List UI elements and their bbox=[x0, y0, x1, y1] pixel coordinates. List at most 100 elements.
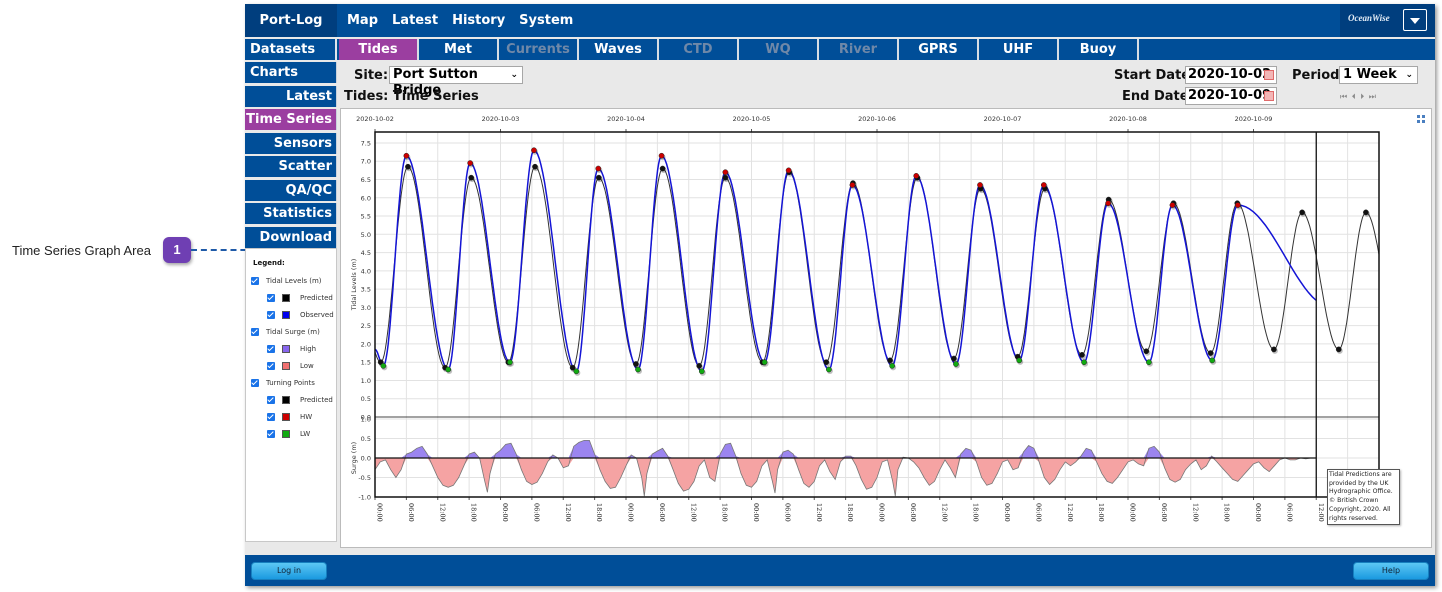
sidebar-item-scatter[interactable]: Scatter bbox=[245, 156, 337, 177]
calendar-icon[interactable] bbox=[1264, 70, 1274, 80]
y-tick-label: 5.0 bbox=[361, 231, 371, 239]
y-tick-label: 7.5 bbox=[361, 139, 371, 147]
legend-item-checkbox[interactable] bbox=[267, 345, 275, 353]
y-tick-label: 0.5 bbox=[361, 395, 371, 403]
y-tick-label: 2.5 bbox=[361, 322, 371, 330]
x-hour-label: 06:00 bbox=[1160, 503, 1168, 522]
sidebar-item-time-series[interactable]: Time Series bbox=[245, 109, 337, 130]
legend-item-checkbox[interactable] bbox=[267, 430, 275, 438]
tab-tides[interactable]: Tides bbox=[339, 39, 419, 60]
x-day-label: 2020-10-05 bbox=[733, 115, 771, 123]
end-date-label: End Date: bbox=[1122, 89, 1194, 104]
legend-item-label: LW bbox=[300, 430, 311, 438]
legend-item-checkbox[interactable] bbox=[267, 362, 275, 370]
observed-hw-point bbox=[1169, 202, 1176, 208]
sidebar-item-sensors[interactable]: Sensors bbox=[245, 132, 337, 154]
end-date-value: 2020-10-09 bbox=[1188, 88, 1272, 103]
datasets-header[interactable]: Datasets bbox=[245, 39, 337, 60]
dataset-tabs: Tides Met Currents Waves CTD WQ River GP… bbox=[339, 39, 1139, 60]
tab-met[interactable]: Met bbox=[419, 39, 499, 60]
nav-history[interactable]: History bbox=[452, 4, 505, 37]
legend-group-checkbox[interactable] bbox=[251, 379, 259, 387]
x-hour-label: 06:00 bbox=[407, 503, 415, 522]
x-hour-label: 12:00 bbox=[940, 503, 948, 522]
observed-hw-point bbox=[849, 182, 856, 188]
predicted-turning-point bbox=[633, 361, 639, 367]
tab-gprs[interactable]: GPRS bbox=[899, 39, 979, 60]
legend-swatch bbox=[282, 396, 290, 404]
time-series-graph-area: 0.0 0.5 1.0 1.5 2.0 2.5 3.0 3.5 4.0 4.5 5.0 5.5 6.0 6… bbox=[340, 108, 1432, 548]
end-date-input[interactable]: 2020-10-09 bbox=[1185, 87, 1277, 105]
sidebar-charts-header[interactable]: Charts bbox=[245, 62, 337, 83]
observed-hw-point bbox=[913, 172, 920, 179]
x-hour-label: 12:00 bbox=[1317, 503, 1325, 522]
x-hour-label: 00:00 bbox=[1254, 503, 1262, 522]
x-hour-label: 12:00 bbox=[689, 503, 697, 522]
chevron-down-icon: ⌄ bbox=[510, 70, 518, 80]
surge-y-tick-label: 0.5 bbox=[361, 435, 371, 443]
nav-latest[interactable]: Latest bbox=[392, 4, 438, 37]
tab-buoy[interactable]: Buoy bbox=[1059, 39, 1139, 60]
x-hour-label: 00:00 bbox=[1129, 503, 1137, 522]
legend-group-label: Tidal Levels (m) bbox=[266, 277, 322, 285]
x-hour-label: 06:00 bbox=[1285, 503, 1293, 522]
legend-group-label: Turning Points bbox=[266, 379, 315, 387]
surge-axis-label: Surge (m) bbox=[350, 442, 358, 474]
observed-lw-point bbox=[507, 359, 513, 366]
period-label: Period: bbox=[1292, 68, 1345, 83]
observed-hw-point bbox=[785, 167, 792, 174]
legend-item-label: High bbox=[300, 345, 317, 353]
legend-item-checkbox[interactable] bbox=[267, 413, 275, 421]
period-navigation-icons[interactable]: ⏮ ⏴ ⏵ ⏭ bbox=[1340, 92, 1377, 102]
y-tick-label: 1.0 bbox=[361, 377, 371, 385]
surge-y-tick-label: 0.0 bbox=[361, 455, 371, 463]
legend-group-checkbox[interactable] bbox=[251, 277, 259, 285]
surge-y-tick-label: -0.5 bbox=[358, 474, 371, 482]
brand-link[interactable]: Port-Log bbox=[245, 4, 337, 37]
time-series-chart: 0.0 0.5 1.0 1.5 2.0 2.5 3.0 3.5 4.0 4.5 5.0 5.5 6.0 6… bbox=[350, 115, 1380, 522]
sidebar-item-download[interactable]: Download bbox=[245, 226, 337, 248]
y-tick-label: 2.0 bbox=[361, 340, 371, 348]
legend-item-checkbox[interactable] bbox=[267, 396, 275, 404]
login-button[interactable]: Log in bbox=[251, 562, 327, 580]
x-hour-label: 00:00 bbox=[752, 503, 760, 522]
x-day-label: 2020-10-03 bbox=[482, 115, 520, 123]
predicted-turning-point bbox=[1143, 348, 1150, 355]
site-select[interactable]: Port Sutton Bridge ⌄ bbox=[389, 66, 523, 98]
nav-map[interactable]: Map bbox=[347, 4, 378, 37]
legend-item-label: Predicted bbox=[300, 294, 333, 302]
predicted-turning-point bbox=[595, 174, 602, 181]
tab-uhf[interactable]: UHF bbox=[979, 39, 1059, 60]
start-date-input[interactable]: 2020-10-02 bbox=[1185, 66, 1277, 84]
x-hour-label: 18:00 bbox=[470, 503, 478, 522]
y-tick-label: 6.5 bbox=[361, 176, 371, 184]
y-tick-label: 4.0 bbox=[361, 267, 371, 275]
dropdown-menu-button[interactable] bbox=[1403, 9, 1427, 31]
predicted-turning-point bbox=[1207, 350, 1214, 356]
x-hour-label: 18:00 bbox=[721, 503, 729, 522]
x-hour-label: 12:00 bbox=[1191, 503, 1199, 522]
nav-system[interactable]: System bbox=[519, 4, 573, 37]
sidebar-item-latest[interactable]: Latest bbox=[245, 85, 337, 107]
legend-swatch bbox=[282, 430, 290, 438]
sidebar-item-statistics[interactable]: Statistics bbox=[245, 203, 337, 224]
period-select[interactable]: 1 Week ⌄ bbox=[1339, 66, 1418, 84]
fullscreen-icon[interactable] bbox=[1417, 115, 1425, 123]
calendar-icon[interactable] bbox=[1264, 91, 1274, 101]
observed-lw-point bbox=[1081, 359, 1087, 366]
annotation-badge: 1 bbox=[163, 237, 191, 263]
help-button[interactable]: Help bbox=[1353, 562, 1429, 580]
tab-waves[interactable]: Waves bbox=[579, 39, 659, 60]
x-hour-label: 18:00 bbox=[1223, 503, 1231, 522]
sidebar-item-qa-qc[interactable]: QA/QC bbox=[245, 179, 337, 201]
sidebar: Charts Latest Time Series Sensors Scatte… bbox=[245, 62, 337, 250]
legend-item-checkbox[interactable] bbox=[267, 294, 275, 302]
legend-item-checkbox[interactable] bbox=[267, 311, 275, 319]
annotation-label: Time Series Graph Area bbox=[12, 243, 151, 258]
port-log-app: Port-Log Map Latest History System Ocean… bbox=[245, 4, 1435, 586]
logo-area: OceanWise bbox=[1340, 4, 1435, 37]
observed-hw-point bbox=[531, 147, 537, 154]
y-tick-label: 6.0 bbox=[361, 194, 371, 202]
legend-item-label: Predicted bbox=[300, 396, 333, 404]
legend-group-checkbox[interactable] bbox=[251, 328, 259, 336]
